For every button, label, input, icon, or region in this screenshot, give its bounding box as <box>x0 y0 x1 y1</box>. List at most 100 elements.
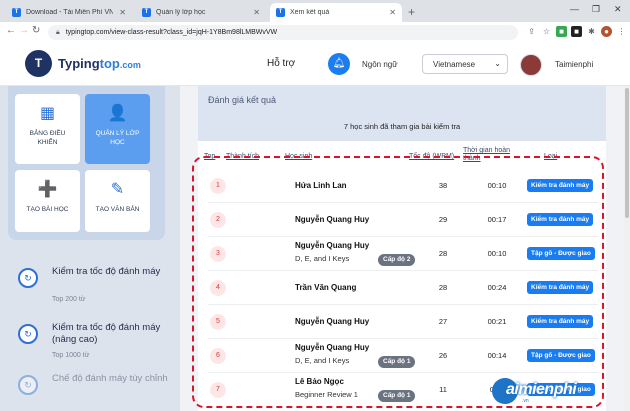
rank-badge: 5 <box>210 314 226 330</box>
sidebar-item-advanced-speed-test[interactable]: ↻ Kiểm tra tốc độ đánh máy (nâng cao) To… <box>10 322 170 362</box>
card-label: TẠO VĂN BẢN <box>95 206 140 213</box>
rank-badge: 6 <box>210 348 226 364</box>
time-value: 00:14 <box>487 351 507 360</box>
column-header-achievement[interactable]: Thành tích <box>226 153 259 161</box>
grid-icon: ▦ <box>39 105 56 122</box>
rank-badge: 7 <box>210 382 226 398</box>
maximize-button[interactable]: ❐ <box>592 4 600 15</box>
notification-bell-icon[interactable]: 🔔︎ <box>328 53 350 75</box>
extensions-puzzle-icon[interactable]: ✱ <box>586 26 597 37</box>
bookmark-star-icon[interactable]: ☆ <box>541 26 552 37</box>
sidebar-card-dashboard[interactable]: ▦ BẢNG ĐIỀU KHIỂN <box>15 94 80 164</box>
tab-label: Quản lý lớp học <box>156 9 206 16</box>
user-settings-icon: 👤 <box>107 105 128 122</box>
watermark: aimienphi .vn <box>492 378 628 404</box>
column-header-time[interactable]: Thời gian hoàn thành <box>463 147 523 163</box>
extension-icon[interactable]: ■ <box>571 26 582 37</box>
site-logo-text[interactable]: Typingtop.com <box>58 56 141 71</box>
student-name: Trần Văn Quang <box>295 283 357 292</box>
speed-test-icon: ↻ <box>18 324 38 344</box>
sidebar-card-create-text[interactable]: ✎ TẠO VĂN BẢN <box>85 170 150 232</box>
time-value: 00:10 <box>487 181 507 190</box>
student-name: Nguyễn Quang Huy <box>295 215 370 224</box>
results-header: Đánh giá kết quả 7 học sinh đã tham gia … <box>198 86 606 141</box>
tab-view-results[interactable]: T Xem kết quả ✕ <box>270 3 402 22</box>
support-link[interactable]: Hỗ trợ <box>267 58 295 69</box>
profile-avatar-icon[interactable]: ● <box>601 26 612 37</box>
speed-value: 11 <box>439 385 447 394</box>
level-badge: Cấp độ 1 <box>378 390 416 402</box>
typingtop-logo-icon[interactable]: T <box>25 50 52 77</box>
table-row[interactable]: 4 Trần Văn Quang 28 00:24 Kiểm tra đánh … <box>208 271 598 305</box>
table-row[interactable]: 6 Nguyễn Quang Huy D, E, and I Keys Cấp … <box>208 339 598 373</box>
sidebar-card-create-lesson[interactable]: ➕ TẠO BÀI HỌC <box>15 170 80 232</box>
lesson-name: D, E, and I Keys <box>295 254 350 263</box>
close-window-button[interactable]: ✕ <box>614 4 622 15</box>
test-type-badge: Kiểm tra đánh máy <box>527 179 594 192</box>
column-header-speed[interactable]: Tốc độ (WPM) <box>409 153 454 161</box>
test-type-badge: Tập gõ - Được giao <box>527 349 595 362</box>
card-label: TẠO BÀI HỌC <box>26 206 69 213</box>
scrollbar-thumb[interactable] <box>625 88 629 218</box>
table-row[interactable]: 3 Nguyễn Quang Huy D, E, and I Keys Cấp … <box>208 237 598 271</box>
close-icon[interactable]: ✕ <box>253 8 260 17</box>
tab-download[interactable]: T Download - Tải Miễn Phí VN - Ph ✕ <box>6 3 132 22</box>
column-header-student[interactable]: Học sinh <box>285 153 312 161</box>
address-bar[interactable]: 🔒︎ typingtop.com/view-class-result?class… <box>48 25 518 40</box>
forward-icon[interactable]: → <box>19 25 29 36</box>
student-name: Nguyễn Quang Huy <box>295 317 370 326</box>
site-favicon-icon: T <box>12 8 21 17</box>
table-row[interactable]: 2 Nguyễn Quang Huy 29 00:17 Kiểm tra đán… <box>208 203 598 237</box>
back-icon[interactable]: ← <box>6 25 16 36</box>
new-tab-button[interactable]: + <box>408 5 415 19</box>
level-badge: Cấp độ 2 <box>378 254 416 266</box>
sidebar-item-title: Kiểm tra tốc độ đánh máy <box>52 266 161 277</box>
tab-label: Download - Tải Miễn Phí VN - Ph <box>26 9 114 16</box>
logo-typing: Typing <box>58 56 100 71</box>
sidebar-item-speed-test[interactable]: ↻ Kiểm tra tốc độ đánh máy Top 200 từ <box>10 266 170 306</box>
results-panel: Đánh giá kết quả 7 học sinh đã tham gia … <box>198 86 606 411</box>
column-header-type[interactable]: Loại <box>544 153 557 161</box>
time-value: 00:24 <box>487 283 507 292</box>
share-icon[interactable]: ⇪ <box>526 26 537 37</box>
reload-icon[interactable]: ↻ <box>32 25 40 36</box>
language-label: Ngôn ngữ <box>362 60 398 69</box>
sidebar-item-title: Chế độ đánh máy tùy chỉnh <box>52 373 168 384</box>
table-row[interactable]: 1 Hứa Linh Lan 38 00:10 Kiểm tra đánh má… <box>208 169 598 203</box>
user-name[interactable]: Taimienphi <box>555 60 593 69</box>
test-type-badge: Kiểm tra đánh máy <box>527 315 594 328</box>
sidebar-card-class-management[interactable]: 👤 QUẢN LÝ LỚP HỌC <box>85 94 150 164</box>
close-icon[interactable]: ✕ <box>389 8 396 17</box>
edit-icon: ✎ <box>110 181 125 198</box>
sidebar-item-title: Kiểm tra tốc độ đánh máy (nâng cao) <box>52 322 161 345</box>
sidebar: ▦ BẢNG ĐIỀU KHIỂN 👤 QUẢN LÝ LỚP HỌC ➕ TẠ… <box>0 86 180 411</box>
sidebar-item-custom-mode[interactable]: ↻ Chế độ đánh máy tùy chỉnh <box>10 373 170 411</box>
column-header-top[interactable]: Top <box>204 153 215 161</box>
time-value: 00:21 <box>487 317 507 326</box>
extension-icon[interactable]: ■ <box>556 26 567 37</box>
browser-toolbar: ← → ↻ 🔒︎ typingtop.com/view-class-result… <box>0 22 630 42</box>
main-content: Đánh giá kết quả 7 học sinh đã tham gia … <box>180 86 630 411</box>
menu-kebab-icon[interactable]: ⋮ <box>616 26 627 37</box>
student-name: Lê Bảo Ngọc <box>295 377 344 386</box>
chevron-down-icon: ⌄ <box>494 59 501 68</box>
test-type-badge: Kiểm tra đánh máy <box>527 213 594 226</box>
table-row[interactable]: 5 Nguyễn Quang Huy 27 00:21 Kiểm tra đán… <box>208 305 598 339</box>
language-select[interactable]: Vietnamese ⌄ <box>422 54 508 74</box>
watermark-text: aimienphi <box>506 381 577 398</box>
speed-value: 27 <box>438 317 448 326</box>
time-value: 00:17 <box>487 215 507 224</box>
rank-badge: 2 <box>210 212 226 228</box>
tab-class-management[interactable]: T Quản lý lớp học ✕ <box>136 3 266 22</box>
lesson-name: D, E, and I Keys <box>295 356 350 365</box>
lock-icon: 🔒︎ <box>56 28 60 36</box>
page-scrollbar[interactable] <box>624 86 630 411</box>
close-icon[interactable]: ✕ <box>119 8 126 17</box>
browser-tab-strip: T Download - Tải Miễn Phí VN - Ph ✕ T Qu… <box>0 0 630 22</box>
test-type-badge: Tập gõ - Được giao <box>527 247 595 260</box>
rank-badge: 1 <box>210 178 226 194</box>
minimize-button[interactable]: — <box>570 4 579 14</box>
sidebar-card-group: ▦ BẢNG ĐIỀU KHIỂN 👤 QUẢN LÝ LỚP HỌC ➕ TẠ… <box>8 86 165 240</box>
user-avatar[interactable] <box>520 54 542 76</box>
speed-value: 29 <box>438 215 448 224</box>
